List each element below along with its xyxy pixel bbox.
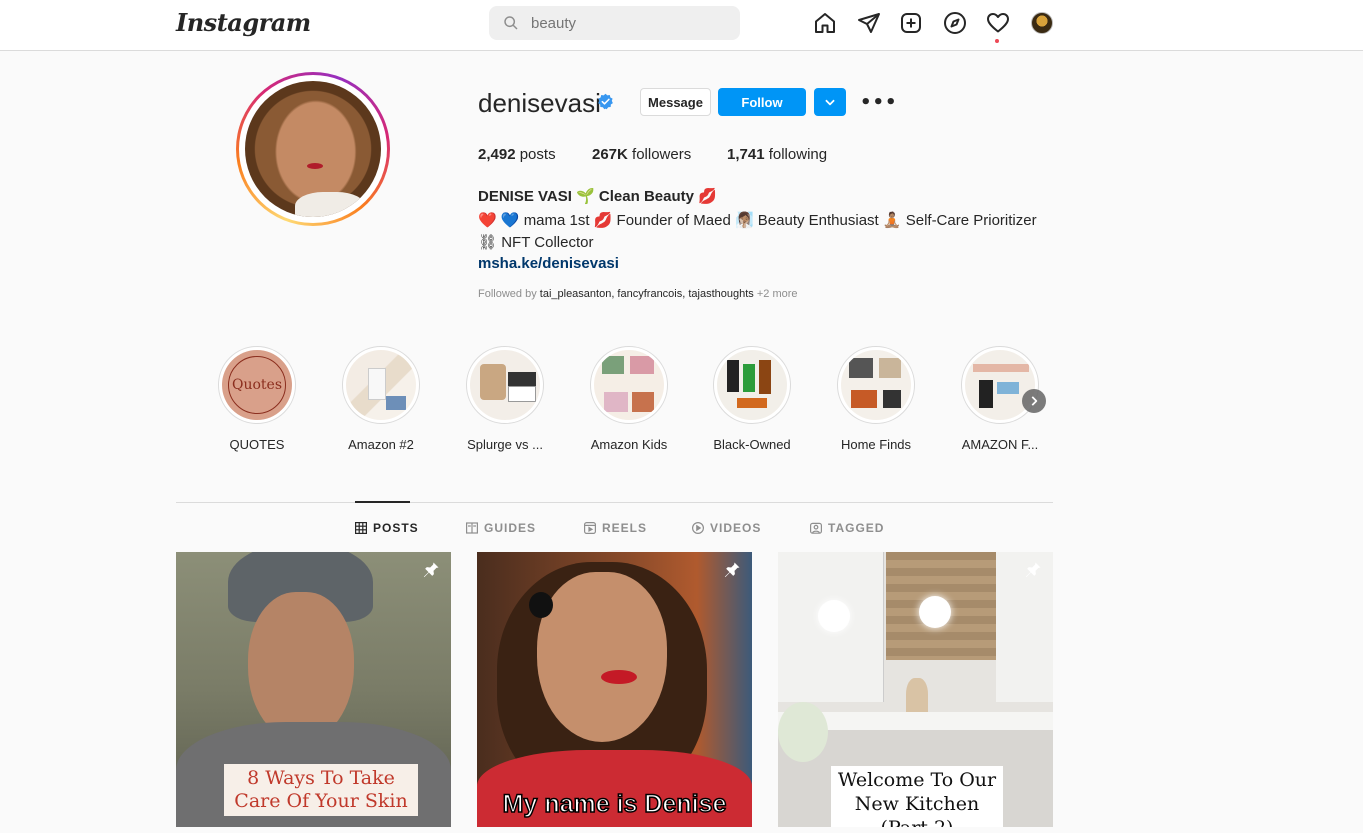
post-tile[interactable]: Welcome To Our New Kitchen (Part 2) <box>778 552 1053 827</box>
top-navigation-bar: Instagram <box>0 0 1363 51</box>
highlight-amazon-2[interactable]: Amazon #2 <box>341 346 421 452</box>
post-image-face <box>537 572 667 742</box>
highlight-cover-text: Quotes <box>228 356 286 414</box>
post-image-face <box>248 592 354 742</box>
suggested-accounts-button[interactable] <box>814 88 846 116</box>
chevron-down-icon <box>825 99 835 106</box>
post-caption: Welcome To Our New Kitchen (Part 2) <box>831 766 1003 827</box>
tab-tagged[interactable]: TAGGED <box>810 521 884 535</box>
video-icon <box>692 522 704 534</box>
followers-link[interactable]: 267K followers <box>592 146 691 163</box>
post-image-earbud <box>529 592 553 618</box>
profile-avatar[interactable] <box>1031 12 1053 34</box>
active-tab-indicator <box>355 501 410 503</box>
following-link[interactable]: 1,741 following <box>727 146 827 163</box>
post-tile[interactable]: My name is Denise <box>477 552 752 827</box>
post-image-flowers <box>778 702 828 762</box>
activity-heart-icon[interactable] <box>986 11 1012 37</box>
highlights-next-button[interactable] <box>1022 389 1046 413</box>
search-icon <box>504 16 518 30</box>
highlight-amazon-kids[interactable]: Amazon Kids <box>589 346 669 452</box>
notification-dot <box>995 39 999 43</box>
profile-bio: ❤️ 💙 mama 1st 💋 Founder of Maed 🧖🏽‍♀️ Be… <box>478 212 1037 251</box>
home-icon[interactable] <box>813 11 839 37</box>
post-image-pendant-light <box>818 600 850 632</box>
follow-button[interactable]: Follow <box>718 88 806 116</box>
pinned-post-icon <box>1025 562 1041 578</box>
tagged-icon <box>810 522 822 534</box>
posts-count: 2,492 posts <box>478 146 556 163</box>
tab-videos[interactable]: VIDEOS <box>692 521 761 535</box>
highlight-label: AMAZON F... <box>961 437 1039 452</box>
tab-posts[interactable]: POSTS <box>355 521 419 535</box>
profile-full-name: DENISE VASI 🌱 Clean Beauty 💋 <box>478 188 717 205</box>
highlight-quotes[interactable]: Quotes QUOTES <box>217 346 297 452</box>
direct-messages-icon[interactable] <box>857 11 883 37</box>
chevron-right-icon <box>1031 396 1038 406</box>
pinned-post-icon <box>423 562 439 578</box>
highlight-label: Black-Owned <box>713 437 791 452</box>
more-options-button[interactable]: ••• <box>860 90 897 114</box>
explore-icon[interactable] <box>943 11 969 37</box>
highlight-label: Home Finds <box>840 437 912 452</box>
highlight-black-owned[interactable]: Black-Owned <box>712 346 792 452</box>
message-button[interactable]: Message <box>640 88 711 116</box>
tab-guides[interactable]: GUIDES <box>466 521 536 535</box>
post-caption: 8 Ways To Take Care Of Your Skin <box>224 764 418 816</box>
reels-icon <box>584 522 596 534</box>
highlight-splurge[interactable]: Splurge vs ... <box>465 346 545 452</box>
story-ring[interactable] <box>236 72 390 226</box>
verified-badge-icon <box>598 93 613 110</box>
profile-username: denisevasi <box>478 88 601 118</box>
post-image-pendant-light <box>919 596 951 628</box>
highlight-label: Amazon #2 <box>348 437 414 452</box>
tabs-divider <box>176 502 1053 503</box>
highlight-label: Amazon Kids <box>590 437 668 452</box>
guides-icon <box>466 522 478 534</box>
post-caption: My name is Denise <box>502 789 727 819</box>
instagram-logo[interactable]: Instagram <box>176 8 311 37</box>
highlight-label: Splurge vs ... <box>467 437 543 452</box>
search-input[interactable] <box>531 14 731 32</box>
tab-reels[interactable]: REELS <box>584 521 647 535</box>
new-post-icon[interactable] <box>899 11 925 37</box>
post-tile[interactable]: 8 Ways To Take Care Of Your Skin <box>176 552 451 827</box>
post-image-lips <box>601 670 637 684</box>
pinned-post-icon <box>724 562 740 578</box>
highlight-home-finds[interactable]: Home Finds <box>836 346 916 452</box>
grid-icon <box>355 522 367 534</box>
search-box[interactable] <box>489 6 740 40</box>
followed-by-text[interactable]: Followed by tai_pleasanton, fancyfrancoi… <box>478 288 798 300</box>
profile-picture <box>245 81 381 217</box>
highlight-label: QUOTES <box>229 437 285 452</box>
profile-website-link[interactable]: msha.ke/denisevasi <box>478 255 619 272</box>
